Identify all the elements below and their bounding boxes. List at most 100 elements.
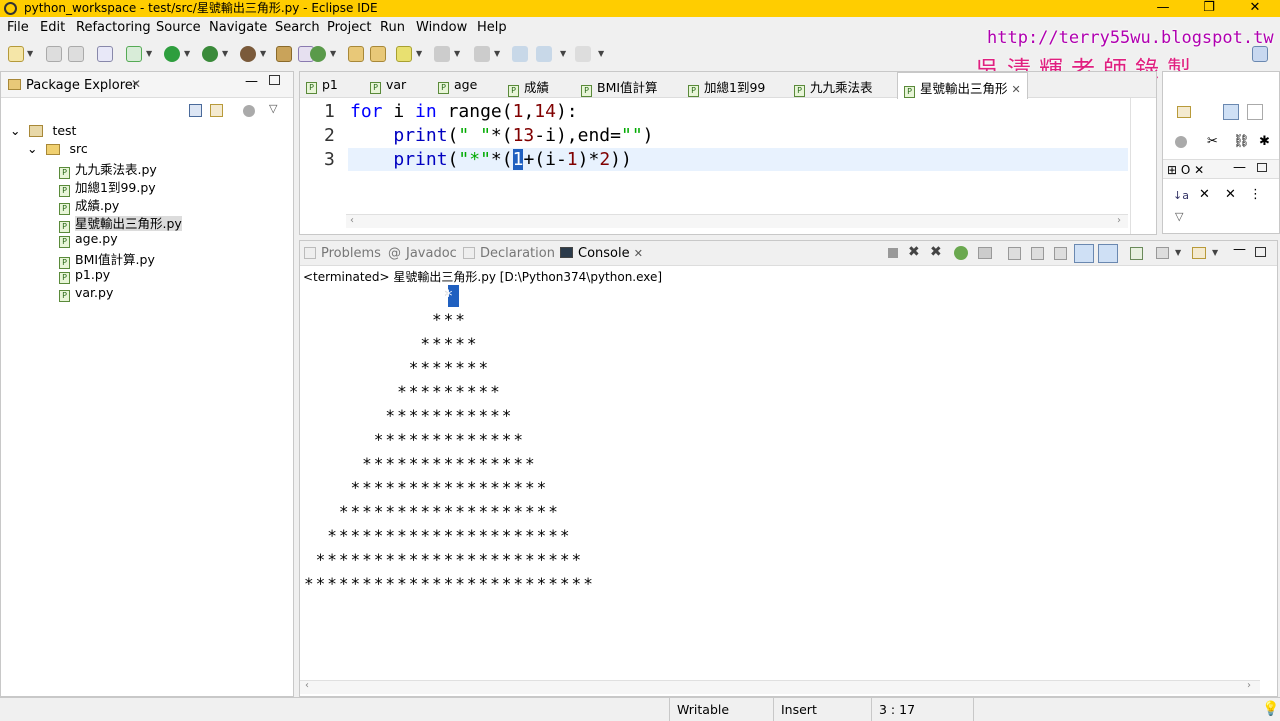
code-line-1[interactable]: for i in range(1,14): [350,101,578,122]
outline-toggle-icon[interactable] [1223,104,1239,120]
link-icon[interactable]: ⛓ [1233,134,1250,149]
outline-toolbar-icon[interactable] [1177,106,1191,118]
next-annotation-icon[interactable] [434,46,450,62]
open-console-icon[interactable] [1156,247,1169,259]
view-menu-icon[interactable]: ▽ [1175,210,1183,223]
sort-icon[interactable]: ↓a [1173,189,1189,202]
run-icon[interactable] [164,46,180,62]
skip-breakpoints-icon[interactable] [97,46,113,62]
hide-nonpublic-icon[interactable]: ⋮ [1249,187,1262,202]
terminate-icon[interactable] [888,248,898,258]
chevron-down-icon[interactable]: ▼ [494,49,500,58]
chevron-down-icon[interactable]: ▼ [1175,248,1181,257]
tree-folder[interactable]: ⌄ src [27,141,88,156]
expand-icon[interactable]: ⌄ [10,123,20,138]
minimize-icon[interactable]: — [1233,242,1246,257]
tab-p1[interactable]: Pp1 [306,77,338,94]
new-class-icon[interactable] [310,46,326,62]
menu-window[interactable]: Window [416,20,467,35]
tip-icon[interactable]: 💡 [1262,701,1279,717]
new-package-icon[interactable] [276,46,292,62]
close-icon[interactable]: ✕ [1012,83,1021,96]
tab-multiplication[interactable]: P 九九乘法表 [794,77,873,97]
scroll-left-icon[interactable]: ‹ [350,215,354,226]
tab-bmi[interactable]: P BMI值計算 [581,77,658,97]
menu-refactoring[interactable]: Refactoring [76,20,151,35]
chevron-down-icon[interactable]: ▼ [184,49,190,58]
save-all-icon[interactable] [68,46,84,62]
scroll-right-icon[interactable]: › [1117,215,1121,226]
scroll-left-icon[interactable]: ‹ [305,680,309,691]
chevron-down-icon[interactable]: ▼ [222,49,228,58]
tree-file[interactable]: P 加總1到99.py [59,177,156,197]
tab-problems[interactable]: Problems [304,246,381,261]
menu-source[interactable]: Source [156,20,201,35]
chevron-down-icon[interactable]: ▼ [27,49,33,58]
tab-var[interactable]: Pvar [370,77,406,94]
back-icon[interactable] [536,46,552,62]
close-button[interactable]: ✕ [1232,0,1278,17]
console-run-icon[interactable] [954,246,968,260]
open-type-icon[interactable] [348,46,364,62]
display-selected-icon[interactable] [1130,247,1143,260]
close-icon[interactable]: ✕ [634,247,643,260]
code-line-3[interactable]: print("*"*(1+(i-1)*2)) [350,149,632,170]
view-menu-icon[interactable]: ▽ [269,102,277,115]
code-line-2[interactable]: print(" "*(13-i),end="") [350,125,653,146]
menu-navigate[interactable]: Navigate [209,20,267,35]
tree-file[interactable]: P 成績.py [59,195,119,215]
last-edit-icon[interactable] [512,46,528,62]
forward-icon[interactable] [575,46,591,62]
tool-icon[interactable] [1175,136,1187,148]
chevron-down-icon[interactable]: ▼ [560,49,566,58]
link-editor-icon[interactable] [210,104,223,117]
external-tools-icon[interactable] [240,46,256,62]
minimize-icon[interactable]: — [1233,160,1246,175]
menu-help[interactable]: Help [477,20,507,35]
tree-project[interactable]: ⌄ test [10,123,76,138]
new-console-icon[interactable] [1192,247,1206,259]
show-stderr-icon[interactable] [1074,244,1094,263]
filter-icon[interactable] [243,105,255,117]
menu-project[interactable]: Project [327,20,371,35]
pin-console-icon[interactable] [1098,244,1118,263]
chevron-down-icon[interactable]: ▼ [146,49,152,58]
word-wrap-icon[interactable] [1031,247,1044,260]
new-icon[interactable] [8,46,24,62]
tab-grades[interactable]: P 成績 [508,77,549,97]
extra-icon[interactable]: ✱ [1259,134,1270,149]
menu-run[interactable]: Run [380,20,405,35]
tree-file[interactable]: P BMI值計算.py [59,249,155,269]
cut-icon[interactable]: ✂ [1207,134,1218,149]
tree-file[interactable]: P 九九乘法表.py [59,159,157,179]
maximize-icon[interactable] [1255,247,1266,257]
remove-launch-icon[interactable]: ✖ [908,244,920,260]
debug-icon[interactable] [126,46,142,62]
horizontal-scrollbar[interactable] [346,214,1128,228]
close-icon[interactable]: ✕ [131,77,141,91]
tree-file-selected[interactable]: P 星號輸出三角形.py [59,213,182,233]
perspective-icon[interactable] [1252,46,1268,62]
collapse-all-icon[interactable] [189,104,202,117]
restore-button[interactable]: ❐ [1186,0,1232,17]
maximize-icon[interactable] [1257,163,1267,172]
tab-declaration[interactable]: Declaration [463,246,555,261]
run-last-icon[interactable] [202,46,218,62]
tree-file[interactable]: Pvar.py [59,285,113,302]
hide-fields-icon[interactable]: ✕ [1199,187,1210,202]
hide-static-icon[interactable]: ✕ [1225,187,1236,202]
outline-filter-icon[interactable] [1247,104,1263,120]
scroll-right-icon[interactable]: › [1247,680,1251,691]
chevron-down-icon[interactable]: ▼ [598,49,604,58]
tab-sum[interactable]: P 加總1到99 [688,77,765,97]
chevron-down-icon[interactable]: ▼ [1212,248,1218,257]
save-icon[interactable] [46,46,62,62]
show-stdout-icon[interactable] [1054,247,1067,260]
previous-annotation-icon[interactable] [474,46,490,62]
maximize-icon[interactable] [269,75,280,85]
menu-edit[interactable]: Edit [40,20,65,35]
tab-javadoc[interactable]: @ Javadoc [388,246,457,261]
open-resource-icon[interactable] [370,46,386,62]
tree-file[interactable]: Page.py [59,231,118,248]
remove-all-icon[interactable]: ✖ [930,244,942,260]
